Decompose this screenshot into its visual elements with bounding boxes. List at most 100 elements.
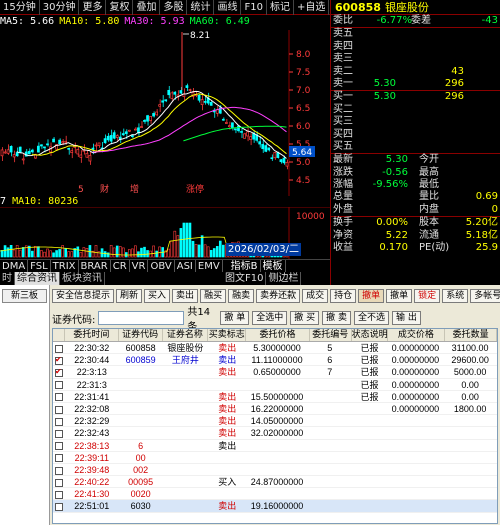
indicator-tab-4[interactable]: CR xyxy=(111,259,130,273)
toolbar-button-1[interactable]: 刷新 xyxy=(116,289,143,303)
row-checkbox[interactable] xyxy=(54,354,63,365)
orderbook-row[interactable]: 买三 xyxy=(331,116,500,128)
filter-button-1[interactable]: 全选中 xyxy=(252,311,288,325)
row-checkbox[interactable] xyxy=(54,417,63,426)
menu-item-4[interactable]: 叠加 xyxy=(133,0,161,15)
row-checkbox[interactable] xyxy=(54,366,63,378)
row-checkbox[interactable] xyxy=(54,490,63,499)
menu-item-2[interactable]: 更多 xyxy=(79,0,107,15)
row-checkbox[interactable] xyxy=(54,429,63,438)
orderbook-row[interactable]: 卖一 5.30 296 xyxy=(331,78,500,90)
column-header[interactable]: 委托数量 xyxy=(445,329,497,341)
tree-tab-neeq[interactable]: 新三板 xyxy=(2,289,47,303)
row-checkbox[interactable] xyxy=(54,442,63,451)
info-tab-3[interactable]: 图文F10 xyxy=(223,272,267,285)
kline-chart-panel[interactable]: 15分钟30分钟更多复权叠加多股统计画线F10标记+自选返回 MA5: 5.66… xyxy=(0,0,357,285)
row-checkbox[interactable] xyxy=(54,344,63,353)
orderbook-row[interactable]: 卖四 xyxy=(331,41,500,53)
column-header[interactable]: 委托价格 xyxy=(246,329,310,341)
order-row[interactable]: 22:31:3 已报 0.00000000 0.00 xyxy=(53,379,497,391)
row-checkbox[interactable] xyxy=(54,503,63,512)
order-row[interactable]: 22:3:13 卖出 0.65000000 7 已报 0.00000000 5000.00 xyxy=(53,366,497,379)
orderbook-row[interactable]: 买五 xyxy=(331,141,500,153)
order-row[interactable]: 22:31:41 卖出 15.50000000 已报 0.00000000 0.00 xyxy=(53,391,497,403)
row-checkbox[interactable] xyxy=(54,478,63,487)
toolbar-button-9[interactable]: 撤单 xyxy=(358,289,385,303)
menu-item-8[interactable]: F10 xyxy=(241,0,267,15)
menu-item-9[interactable]: 标记 xyxy=(267,0,294,15)
menu-item-5[interactable]: 多股 xyxy=(160,0,188,15)
event-marker[interactable]: 涨停 xyxy=(186,183,204,195)
indicator-tab-9[interactable]: 指标B xyxy=(229,259,261,273)
toolbar-button-3[interactable]: 卖出 xyxy=(172,289,199,303)
toolbar-button-8[interactable]: 持仓 xyxy=(330,289,357,303)
indicator-tab-0[interactable]: DMA xyxy=(0,259,29,273)
row-checkbox[interactable] xyxy=(54,393,63,402)
order-row[interactable]: 22:51:01 6030 卖出 19.16000000 xyxy=(53,500,497,513)
indicator-tab-2[interactable]: TRIX xyxy=(51,259,79,273)
toolbar-button-0[interactable]: 安全信息提示 xyxy=(52,289,115,303)
indicator-tab-8[interactable]: EMV xyxy=(196,259,223,273)
menu-item-1[interactable]: 30分钟 xyxy=(40,0,80,15)
column-header[interactable]: 状态说明 xyxy=(352,329,388,341)
filter-button-5[interactable]: 输 出 xyxy=(392,311,421,325)
column-header[interactable] xyxy=(53,329,65,341)
menu-item-3[interactable]: 复权 xyxy=(106,0,134,15)
indicator-tab-5[interactable]: VR xyxy=(130,259,149,273)
orderbook-row[interactable]: 卖三 xyxy=(331,53,500,65)
indicator-tab-1[interactable]: FSL xyxy=(28,259,51,273)
event-marker[interactable]: 财 xyxy=(100,183,109,195)
column-header[interactable]: 证券名称 xyxy=(163,329,209,341)
security-code-input[interactable] xyxy=(98,311,185,325)
price-chart[interactable]: 4.55.05.56.06.57.07.58.08.215.645 财增涨停 xyxy=(0,30,330,196)
orderbook-row[interactable]: 卖二 43 xyxy=(331,66,500,78)
row-checkbox[interactable] xyxy=(54,454,63,463)
toolbar-button-10[interactable]: 撤单 xyxy=(386,289,413,303)
menu-item-6[interactable]: 统计 xyxy=(187,0,215,15)
order-row[interactable]: 22:39:11 00 xyxy=(53,452,497,464)
column-header[interactable]: 成交价格 xyxy=(388,329,446,341)
info-tab-2[interactable]: 板块资讯 xyxy=(60,272,105,285)
event-marker[interactable]: 5 xyxy=(78,185,84,195)
indicator-tab-10[interactable]: 模板 xyxy=(261,259,286,273)
order-row[interactable]: 22:39:48 002 xyxy=(53,464,497,477)
order-row[interactable]: 22:32:08 卖出 16.22000000 0.00000000 1800.00 xyxy=(53,403,497,416)
order-row[interactable]: 22:30:44 600859 王府井 卖出 11.11000000 6 已报 0.00000… xyxy=(53,354,497,367)
order-row[interactable]: 22:32:29 卖出 14.05000000 xyxy=(53,415,497,428)
column-header[interactable]: 证券代码 xyxy=(119,329,163,341)
toolbar-button-4[interactable]: 融买 xyxy=(200,289,227,303)
orderbook-row[interactable]: 买一 5.30 296 xyxy=(331,91,500,103)
orderbook-row[interactable]: 买二 xyxy=(331,104,500,116)
toolbar-button-5[interactable]: 融卖 xyxy=(228,289,255,303)
order-row[interactable]: 22:40:22 00095 买入 24.87000000 xyxy=(53,476,497,489)
info-tab-0[interactable]: 时 xyxy=(0,272,15,285)
row-checkbox[interactable] xyxy=(54,466,63,475)
row-checkbox[interactable] xyxy=(54,381,63,390)
info-tab-1[interactable]: 综合资讯 xyxy=(15,272,60,285)
event-marker[interactable]: 增 xyxy=(130,183,139,195)
indicator-tab-6[interactable]: OBV xyxy=(148,259,175,273)
menu-item-0[interactable]: 15分钟 xyxy=(0,0,40,15)
indicator-tab-7[interactable]: ASI xyxy=(175,259,196,273)
order-row[interactable]: 22:41:30 0020 xyxy=(53,488,497,501)
toolbar-button-2[interactable]: 买入 xyxy=(144,289,171,303)
info-tab-4[interactable]: 侧边栏 xyxy=(266,272,302,285)
column-header[interactable]: 买卖标志 xyxy=(208,329,247,341)
order-row[interactable]: 22:38:13 6 卖出 xyxy=(53,440,497,452)
toolbar-button-13[interactable]: 多帐号 xyxy=(470,289,500,303)
filter-button-0[interactable]: 撤 单 xyxy=(220,311,250,325)
filter-button-3[interactable]: 撤 卖 xyxy=(322,311,352,325)
orderbook-row[interactable]: 买四 xyxy=(331,129,500,141)
orderbook-row[interactable]: 卖五 xyxy=(331,28,500,40)
filter-button-4[interactable]: 全不选 xyxy=(354,311,390,325)
menu-item-7[interactable]: 画线 xyxy=(214,0,242,15)
toolbar-button-7[interactable]: 成交 xyxy=(302,289,329,303)
filter-button-2[interactable]: 撤 买 xyxy=(290,311,320,325)
row-checkbox[interactable] xyxy=(54,405,63,414)
column-header[interactable]: 委托编号 xyxy=(310,329,352,341)
order-row[interactable]: 22:30:32 600858 银座股份 卖出 5.30000000 5 已报 0.00000… xyxy=(53,342,497,355)
indicator-tab-3[interactable]: BRAR xyxy=(79,259,111,273)
menu-item-10[interactable]: +自选 xyxy=(294,0,330,15)
column-header[interactable]: 委托时间 xyxy=(65,329,119,341)
toolbar-button-6[interactable]: 卖券还款 xyxy=(256,289,301,303)
